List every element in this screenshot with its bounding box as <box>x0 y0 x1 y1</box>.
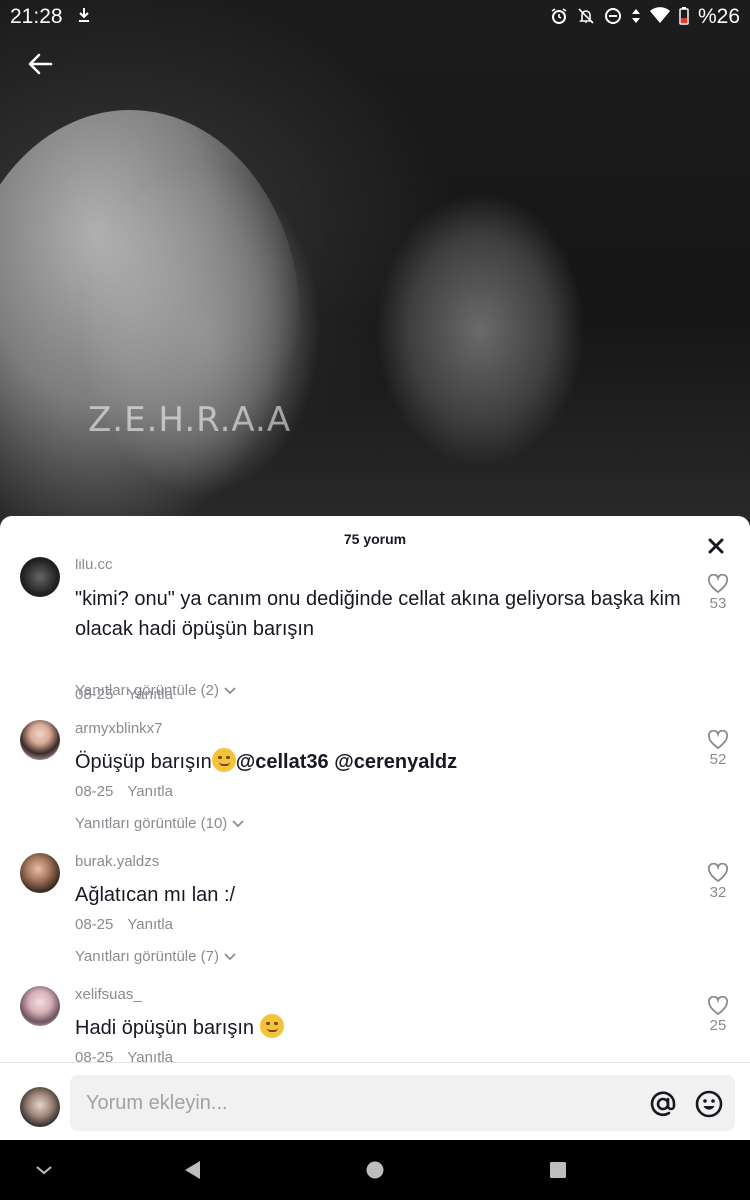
comment-input[interactable]: Yorum ekleyin... <box>70 1075 735 1131</box>
heart-icon <box>707 996 729 1016</box>
chevron-down-icon <box>224 686 236 694</box>
view-replies-button[interactable]: Yanıtları görüntüle (2) <box>75 682 237 699</box>
mention-button[interactable] <box>648 1089 678 1119</box>
back-arrow-icon <box>28 53 53 75</box>
alarm-icon <box>550 7 568 28</box>
nav-home-button[interactable] <box>361 1158 389 1182</box>
wifi-icon <box>649 6 670 28</box>
like-button[interactable]: 25 <box>704 996 732 1034</box>
comment-item: xelifsuas_ Hadi öpüşün barışın 08-25 Yan… <box>0 982 750 1072</box>
triangle-back-icon <box>185 1161 200 1179</box>
smirk-emoji-icon <box>211 748 236 772</box>
comment-text: Hadi öpüşün barışın <box>75 1013 695 1043</box>
comment-username[interactable]: lilu.cc <box>75 559 113 571</box>
comment-input-placeholder: Yorum ekleyin... <box>86 1092 228 1114</box>
comment-date: 08-25 <box>75 916 114 933</box>
comment-text: Ağlatıcan mı lan :/ <box>75 884 236 906</box>
like-count: 25 <box>709 1017 727 1034</box>
smiley-icon <box>695 1090 723 1118</box>
comment-text-body: Hadi öpüşün barışın <box>75 1017 255 1039</box>
comment-text-body: Öpüşüp barışın <box>75 751 212 773</box>
heart-icon <box>707 863 729 883</box>
do-not-disturb-icon <box>604 7 622 28</box>
status-time: 21:28 <box>10 5 63 28</box>
recents-square-icon <box>550 1162 566 1178</box>
comment-item: burak.yaldzs Ağlatıcan mı lan :/ 08-25 Y… <box>0 849 750 939</box>
like-button[interactable]: 52 <box>704 730 732 768</box>
nav-recents-button[interactable] <box>544 1158 572 1182</box>
view-replies-label: Yanıtları görüntüle (7) <box>75 948 219 965</box>
comment-text: "kimi? onu" ya canım onu dediğinde cella… <box>75 588 681 640</box>
avatar[interactable] <box>20 986 60 1026</box>
at-sign-icon <box>650 1091 676 1117</box>
status-bar: 21:28 %26 <box>0 0 750 34</box>
like-count: 52 <box>709 751 727 768</box>
mention-link[interactable]: @cellat36 <box>236 751 329 773</box>
system-nav-bar <box>0 1140 750 1200</box>
comment-username[interactable]: armyxblinkx7 <box>75 720 163 737</box>
comment-count-title: 75 yorum <box>343 531 407 547</box>
view-replies-button[interactable]: Yanıtları görüntüle (10) <box>75 815 245 832</box>
status-icons: %26 <box>550 5 740 29</box>
comment-username[interactable]: xelifsuas_ <box>75 986 142 1003</box>
reply-button[interactable]: Yanıtla <box>127 783 173 800</box>
like-count: 32 <box>709 884 727 901</box>
like-button[interactable]: 53 <box>704 574 732 612</box>
home-circle-icon <box>366 1161 384 1179</box>
comment-item: lilu.cc "kimi? onu" ya canım onu dediğin… <box>0 552 750 703</box>
avatar[interactable] <box>20 720 60 760</box>
emoji-button[interactable] <box>694 1089 724 1119</box>
comment-item: armyxblinkx7 Öpüşüp barışın @cellat36 @ce… <box>0 716 750 806</box>
comment-meta: 08-25 Yanıtla <box>75 783 173 800</box>
reply-button[interactable]: Yanıtla <box>127 916 173 933</box>
video-frame[interactable]: Z.E.H.R.A.A <box>0 0 750 530</box>
comment-input-bar: Yorum ekleyin... <box>0 1062 750 1140</box>
chevron-down-icon <box>36 1166 52 1175</box>
nav-back-button[interactable] <box>178 1158 206 1182</box>
chevron-down-icon <box>224 952 236 960</box>
battery-icon <box>679 6 689 28</box>
comment-username[interactable]: burak.yaldzs <box>75 853 159 870</box>
avatar <box>20 1087 60 1127</box>
view-replies-label: Yanıtları görüntüle (2) <box>75 682 219 699</box>
download-icon <box>77 7 91 28</box>
comment-date: 08-25 <box>75 783 114 800</box>
back-button[interactable] <box>20 44 60 84</box>
avatar[interactable] <box>20 853 60 893</box>
comment-text: Öpüşüp barışın @cellat36 @cerenyaldz <box>75 747 695 777</box>
mention-link[interactable]: @cerenyaldz <box>334 751 457 773</box>
like-count: 53 <box>709 595 727 612</box>
view-replies-button[interactable]: Yanıtları görüntüle (7) <box>75 948 237 965</box>
like-button[interactable]: 32 <box>704 863 732 901</box>
video-figure <box>0 110 300 530</box>
comment-meta: 08-25 Yanıtla <box>75 916 173 933</box>
notifications-off-icon <box>577 7 595 28</box>
chevron-down-icon <box>232 819 244 827</box>
data-icon <box>631 7 641 28</box>
nav-hide-keyboard-button[interactable] <box>30 1158 58 1182</box>
comments-sheet: 75 yorum lilu.cc "kimi? onu" ya canım on… <box>0 516 750 1140</box>
hand-over-mouth-emoji-icon <box>259 1014 284 1038</box>
battery-percent: %26 <box>697 5 740 28</box>
view-replies-label: Yanıtları görüntüle (10) <box>75 815 228 832</box>
heart-icon <box>707 574 729 594</box>
avatar[interactable] <box>20 557 60 597</box>
video-watermark: Z.E.H.R.A.A <box>88 400 292 440</box>
heart-icon <box>707 730 729 750</box>
